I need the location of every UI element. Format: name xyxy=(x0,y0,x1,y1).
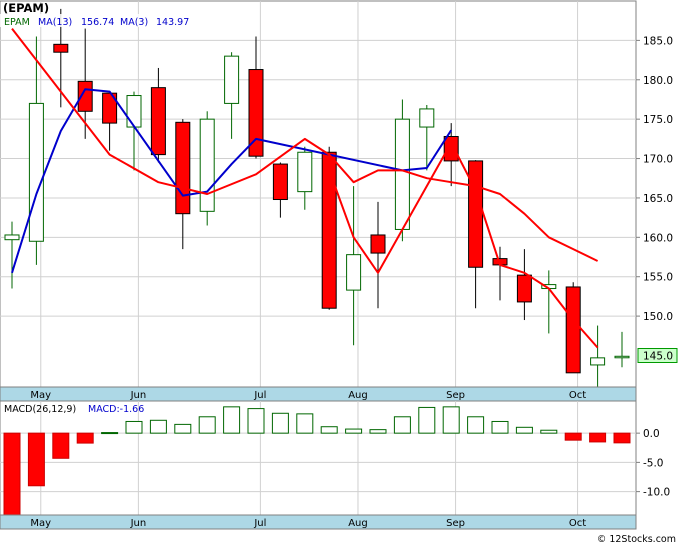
month-label-bottom: May xyxy=(30,518,51,529)
macd-bar-negative xyxy=(564,432,582,441)
month-label-bottom: Oct xyxy=(569,518,586,529)
price-tick-label: 180.0 xyxy=(643,75,673,87)
candle-body-up xyxy=(590,357,606,366)
price-tick-label: 160.0 xyxy=(643,232,673,244)
legend-ma3-value: 143.97 xyxy=(156,17,189,28)
macd-bar-positive xyxy=(320,426,338,434)
price-tick-label: 170.0 xyxy=(643,154,673,166)
macd-bar-negative xyxy=(589,432,607,443)
candle-body-up xyxy=(126,95,142,128)
month-axis-strip-bottom xyxy=(0,514,637,530)
month-label-top: May xyxy=(30,390,51,401)
candle-body-up xyxy=(28,102,44,242)
legend-ma13-value: 156.74 xyxy=(81,17,114,28)
price-tick-label: 150.0 xyxy=(643,311,673,323)
candle-body-up xyxy=(346,254,362,291)
month-label-top: Jun xyxy=(130,390,147,401)
macd-bar-negative xyxy=(3,432,21,516)
macd-bar-positive xyxy=(198,416,216,434)
macd-bar-positive xyxy=(393,416,411,434)
legend-ma13: MA(13) xyxy=(38,17,72,28)
price-plot-frame xyxy=(0,0,637,388)
macd-bar-positive xyxy=(223,406,241,434)
candle-body-up xyxy=(4,234,20,241)
candle-body-down xyxy=(150,87,166,156)
macd-bar-positive xyxy=(296,413,314,434)
macd-value: MACD:-1.66 xyxy=(88,404,144,415)
price-tick-label: 165.0 xyxy=(643,193,673,205)
macd-bar-positive xyxy=(149,419,167,434)
macd-bar-positive xyxy=(174,423,192,434)
month-label-bottom: Aug xyxy=(348,518,368,529)
last-price-label: 145.0 xyxy=(643,351,673,363)
macd-bar-negative xyxy=(613,432,631,444)
month-label-bottom: Jul xyxy=(253,518,266,529)
ticker-label: (EPAM) xyxy=(3,1,49,15)
macd-bar-positive xyxy=(101,432,119,435)
month-label-top: Sep xyxy=(446,390,465,401)
price-panel: 150.0 155.0 160.0 165.0 170.0 175.0 180.0 185.0… xyxy=(0,0,678,388)
candle-body-down xyxy=(272,163,288,201)
candle-body-down xyxy=(468,160,484,268)
copyright: © 12Stocks.com xyxy=(597,534,676,545)
macd-tick-label: 0.0 xyxy=(643,428,660,440)
month-label-top: Aug xyxy=(348,390,368,401)
macd-bar-negative xyxy=(52,432,70,459)
macd-title: MACD(26,12,9) xyxy=(4,404,76,415)
candle-body-up xyxy=(224,55,240,104)
stock-chart: 150.0 155.0 160.0 165.0 170.0 175.0 180.0 185.0… xyxy=(0,0,680,546)
candle-body-down xyxy=(443,135,459,162)
macd-bar-positive xyxy=(491,420,509,434)
candle-body-up xyxy=(419,108,435,128)
candle-body-down xyxy=(175,121,191,215)
legend-ma3: MA(3) xyxy=(120,17,148,28)
macd-bar-positive xyxy=(418,406,436,434)
candle xyxy=(199,111,215,226)
candle-body-down xyxy=(565,286,581,374)
macd-plot-frame xyxy=(0,400,637,516)
macd-bar-positive xyxy=(247,408,265,434)
macd-bar-negative xyxy=(27,432,45,487)
macd-bar-positive xyxy=(442,406,460,434)
macd-panel: 0.0 -5.0 -10.0 MACD(26,12,9) MACD:-1.66 xyxy=(0,400,670,516)
candle-body-up xyxy=(614,355,630,359)
month-label-top: Jul xyxy=(253,390,266,401)
candle-body-down xyxy=(53,43,69,53)
candle-body-down xyxy=(370,234,386,254)
month-axis-strip-top xyxy=(0,386,637,402)
macd-bar-positive xyxy=(271,412,289,434)
price-tick-label: 175.0 xyxy=(643,114,673,126)
chart-svg: 150.0 155.0 160.0 165.0 170.0 175.0 180.0 185.0… xyxy=(0,0,680,546)
macd-bar-negative xyxy=(76,432,94,444)
macd-tick-label: -10.0 xyxy=(643,487,670,499)
macd-bar-positive xyxy=(515,426,533,434)
candle-body-up xyxy=(297,151,313,193)
candle xyxy=(565,282,581,374)
last-price-tag: 145.0 xyxy=(637,348,678,363)
macd-bar-positive xyxy=(369,429,387,434)
macd-bar-positive xyxy=(125,420,143,434)
macd-bar-positive xyxy=(467,416,485,434)
macd-bar-positive xyxy=(540,429,558,434)
price-tick-label: 155.0 xyxy=(643,272,673,284)
macd-bar-positive xyxy=(345,428,363,434)
candle-body-down xyxy=(321,151,337,309)
month-label-top: Oct xyxy=(569,390,586,401)
price-tick-label: 185.0 xyxy=(643,35,673,47)
legend-epam: EPAM xyxy=(4,17,30,28)
month-label-bottom: Jun xyxy=(130,518,147,529)
macd-tick-label: -5.0 xyxy=(643,457,664,469)
month-label-bottom: Sep xyxy=(446,518,465,529)
candle-body-up xyxy=(394,118,410,230)
candle-body-up xyxy=(199,118,215,212)
candle-body-down xyxy=(516,274,532,303)
